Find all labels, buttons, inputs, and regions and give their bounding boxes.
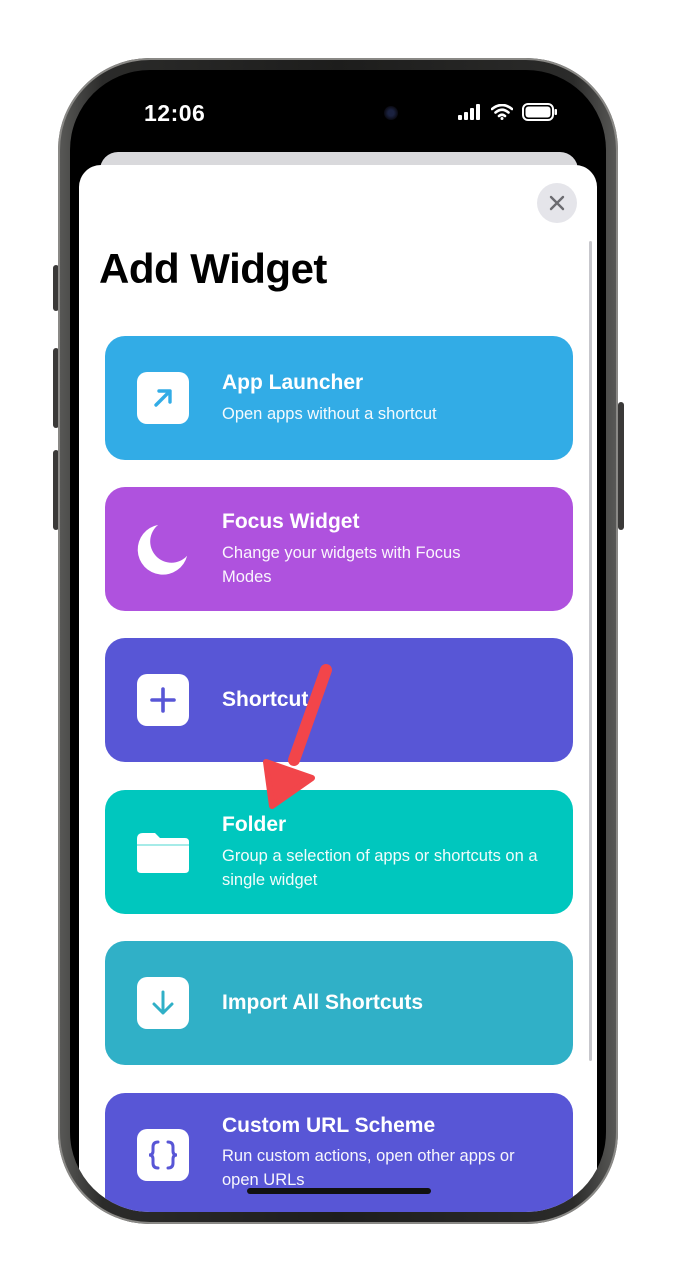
status-time: 12:06 <box>144 100 206 126</box>
card-custom-url-scheme[interactable]: Custom URL Scheme Run custom actions, op… <box>105 1093 573 1212</box>
scrollbar[interactable] <box>589 241 592 1061</box>
add-widget-sheet: Add Widget App Launcher Open apps withou… <box>79 165 597 1212</box>
card-focus-widget[interactable]: Focus Widget Change your widgets with Fo… <box>105 487 573 611</box>
icon-tile <box>135 824 191 880</box>
card-title: Focus Widget <box>222 510 360 534</box>
side-button <box>618 402 624 530</box>
card-folder[interactable]: Folder Group a selection of apps or shor… <box>105 790 573 914</box>
card-subtitle: Group a selection of apps or shortcuts o… <box>222 846 538 889</box>
icon-tile <box>137 1129 189 1181</box>
signal-icon <box>458 104 480 120</box>
card-shortcut[interactable]: Shortcut <box>105 638 573 762</box>
card-title: App Launcher <box>222 371 364 395</box>
close-icon <box>549 195 565 211</box>
download-arrow-icon <box>152 990 174 1015</box>
card-subtitle: Open apps without a shortcut <box>222 404 437 423</box>
close-button[interactable] <box>537 183 577 223</box>
battery-icon <box>522 103 557 121</box>
icon-tile <box>137 674 189 726</box>
moon-icon <box>137 524 188 575</box>
card-subtitle: Run custom actions, open other apps or o… <box>222 1147 515 1190</box>
dynamic-island <box>272 92 420 136</box>
card-app-launcher[interactable]: App Launcher Open apps without a shortcu… <box>105 336 573 460</box>
arrow-up-right-icon <box>154 389 172 407</box>
home-indicator <box>247 1188 431 1194</box>
icon-tile <box>137 977 189 1029</box>
plus-icon <box>150 687 176 713</box>
card-import-all-shortcuts[interactable]: Import All Shortcuts <box>105 941 573 1065</box>
phone-screen: 12:06 Add Widget App Launcher Open apps … <box>70 70 606 1212</box>
folder-icon <box>137 833 189 873</box>
wifi-icon <box>491 104 513 120</box>
icon-tile <box>135 521 191 577</box>
card-title: Shortcut <box>222 688 309 712</box>
card-title: Custom URL Scheme <box>222 1114 436 1137</box>
card-title: Import All Shortcuts <box>222 991 424 1015</box>
card-subtitle: Change your widgets with Focus Modes <box>222 543 461 586</box>
braces-icon <box>148 1140 178 1170</box>
camera-icon <box>384 106 398 120</box>
card-title: Folder <box>222 813 287 837</box>
icon-tile <box>137 372 189 424</box>
page-title: Add Widget <box>99 245 327 292</box>
status-icons <box>458 103 558 121</box>
